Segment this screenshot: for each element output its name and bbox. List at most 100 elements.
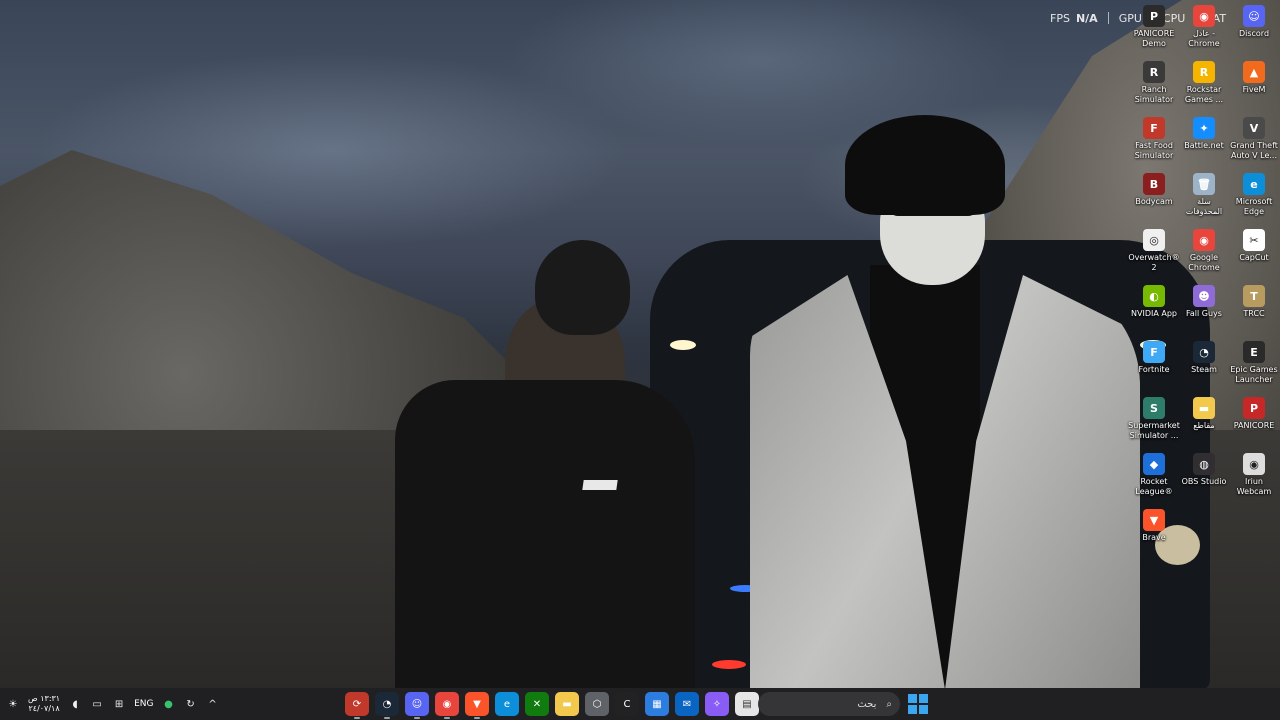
discord-icon[interactable]: ☺ [405, 692, 429, 719]
desktop-icon[interactable]: ▬ مقاطع [1178, 392, 1230, 431]
desktop-icon[interactable]: ◆ Rocket League® [1128, 448, 1180, 497]
desktop-icon[interactable]: ◔ Steam [1178, 336, 1230, 375]
fast-food-simulator-icon: F [1143, 117, 1165, 139]
battlenet-icon: ✦ [1193, 117, 1215, 139]
desktop-icon[interactable]: ☻ Fall Guys [1178, 280, 1230, 319]
taskbar: ☀ ١٣:٣١ ص ٢٤/٠٧/١٨ ◖ ▭ ⊞ ENG ● ↻ ^ ⟳ ◔ ☺ ◉ ▼… [0, 688, 1280, 720]
panicore-icon: P [1243, 397, 1265, 419]
iriun-webcam-icon: ◉ [1243, 453, 1265, 475]
clock[interactable]: ١٣:٣١ ص ٢٤/٠٧/١٨ [28, 694, 60, 714]
chrome-icon[interactable]: ◉ [435, 692, 459, 719]
desktop-icon[interactable]: E Epic Games Launcher [1228, 336, 1280, 385]
network-icon[interactable]: ▭ [90, 697, 104, 711]
panicore-icon: P [1143, 5, 1165, 27]
desktop-icon[interactable]: F Fast Food Simulator [1128, 112, 1180, 161]
edge-icon: e [1243, 173, 1265, 195]
desktop-icon[interactable]: ◍ OBS Studio [1178, 448, 1230, 487]
steam-icon[interactable]: ◔ [375, 692, 399, 719]
search-box[interactable]: بحث ⌕ [758, 692, 900, 716]
cleaner-icon[interactable]: ⟳ [345, 692, 369, 719]
xbox-icon[interactable]: ✕ [525, 692, 549, 716]
language-indicator[interactable]: ENG [134, 699, 153, 709]
desktop-icon[interactable]: ✦ Battle.net [1178, 112, 1230, 151]
desktop-icon-label: Ranch Simulator [1134, 85, 1174, 104]
desktop-icon-label: OBS Studio [1181, 477, 1227, 486]
discord-icon: ☺ [1243, 5, 1265, 27]
desktop-icon-label: Rocket League® [1135, 477, 1173, 496]
desktop-icon[interactable]: e Microsoft Edge [1228, 168, 1280, 217]
notepad-icon[interactable]: ▤ [735, 692, 759, 716]
folder-icon: ▬ [1193, 397, 1215, 419]
desktop-icon-label: Overwatch® 2 [1128, 253, 1180, 272]
outlook-icon[interactable]: ✉ [675, 692, 699, 716]
desktop-icon[interactable]: F Fortnite [1128, 336, 1180, 375]
desktop-icon[interactable]: ✂ CapCut [1228, 224, 1280, 263]
settings-icon[interactable]: ⬡ [585, 692, 609, 716]
desktop-icon-label: TRCC [1243, 309, 1265, 318]
chrome-icon: ◉ [1193, 229, 1215, 251]
desktop-icon[interactable]: P PANICORE [1228, 392, 1280, 431]
brave-icon[interactable]: ▼ [465, 692, 489, 719]
desktop-icon[interactable]: ◎ Overwatch® 2 [1128, 224, 1180, 273]
file-explorer-icon[interactable]: ▬ [555, 692, 579, 716]
desktop-icon-label: Google Chrome [1188, 253, 1220, 272]
store-icon[interactable]: ▦ [645, 692, 669, 716]
clock-date: ٢٤/٠٧/١٨ [28, 704, 60, 713]
overlay-divider [1107, 12, 1109, 24]
desktop-icon[interactable]: ◐ NVIDIA App [1128, 280, 1180, 319]
desktop-icon-label: Brave [1142, 533, 1166, 542]
capcut-icon: ✂ [1243, 229, 1265, 251]
rocket-league-icon: ◆ [1143, 453, 1165, 475]
sync-icon[interactable]: ↻ [184, 697, 198, 711]
recycle-bin-icon: 🗑 [1193, 173, 1215, 195]
notification-icon[interactable]: ⊞ [112, 697, 126, 711]
desktop-icon-label: Fast Food Simulator [1134, 141, 1174, 160]
desktop-icon[interactable]: R Rockstar Games ... [1178, 56, 1230, 105]
desktop-icon-label: مقاطع [1193, 421, 1215, 430]
ranch-simulator-icon: R [1143, 61, 1165, 83]
overwatch-icon: ◎ [1143, 229, 1165, 251]
desktop-icon-label: Discord [1238, 29, 1270, 38]
steam-icon: ◔ [1193, 341, 1215, 363]
desktop-icon[interactable]: R Ranch Simulator [1128, 56, 1180, 105]
search-placeholder: بحث [857, 698, 877, 710]
desktop-icon[interactable]: 🗑 سلة المحذوفات [1178, 168, 1230, 217]
ctrl-app-icon[interactable]: C [615, 692, 639, 716]
copilot-icon[interactable]: ✧ [705, 692, 729, 716]
desktop-icon-label: Supermarket Simulator ... [1128, 421, 1180, 440]
nvidia-icon: ◐ [1143, 285, 1165, 307]
chevron-up-icon[interactable]: ^ [206, 697, 220, 711]
microphone-icon[interactable]: ● [162, 697, 176, 711]
desktop-icon-label: CapCut [1239, 253, 1269, 262]
desktop-icon[interactable]: ▲ FiveM [1228, 56, 1280, 95]
taskbar-apps: ⟳ ◔ ☺ ◉ ▼ e ✕ ▬ ⬡ C ▦ ✉ ✧ ▤ [345, 688, 759, 720]
bodycam-icon: B [1143, 173, 1165, 195]
desktop-icon-label: Bodycam [1135, 197, 1173, 206]
chrome-icon: ◉ [1193, 5, 1215, 27]
desktop-icon[interactable]: ▼ Brave [1128, 504, 1180, 543]
desktop-icon[interactable]: V Grand Theft Auto V Le... [1228, 112, 1280, 161]
desktop-icon-label: Epic Games Launcher [1230, 365, 1278, 384]
start-button[interactable] [908, 694, 928, 714]
fall-guys-icon: ☻ [1193, 285, 1215, 307]
edge-icon[interactable]: e [495, 692, 519, 716]
desktop-icons: P PANICORE Demo ◉ عادل - Chrome ☺ Discord R Ran… [1126, 0, 1280, 688]
fortnite-icon: F [1143, 341, 1165, 363]
search-icon: ⌕ [886, 698, 892, 710]
supermarket-simulator-icon: S [1143, 397, 1165, 419]
weather-icon[interactable]: ☀ [6, 697, 20, 711]
fps-label: FPS [1050, 11, 1070, 25]
desktop-icon[interactable]: ☺ Discord [1228, 0, 1280, 39]
desktop-icon[interactable]: ◉ Google Chrome [1178, 224, 1230, 273]
desktop-icon[interactable]: S Supermarket Simulator ... [1128, 392, 1180, 441]
desktop-icon[interactable]: T TRCC [1228, 280, 1280, 319]
desktop-icon[interactable]: P PANICORE Demo [1128, 0, 1180, 49]
volume-icon[interactable]: ◖ [68, 697, 82, 711]
desktop-icon[interactable]: ◉ Iriun Webcam [1228, 448, 1280, 497]
desktop-wallpaper [0, 0, 1280, 688]
desktop-icon[interactable]: ◉ عادل - Chrome [1178, 0, 1230, 49]
desktop-icon[interactable]: B Bodycam [1128, 168, 1180, 207]
desktop-icon-label: Fortnite [1138, 365, 1170, 374]
epic-games-icon: E [1243, 341, 1265, 363]
wallpaper-person-bearded [395, 240, 695, 688]
